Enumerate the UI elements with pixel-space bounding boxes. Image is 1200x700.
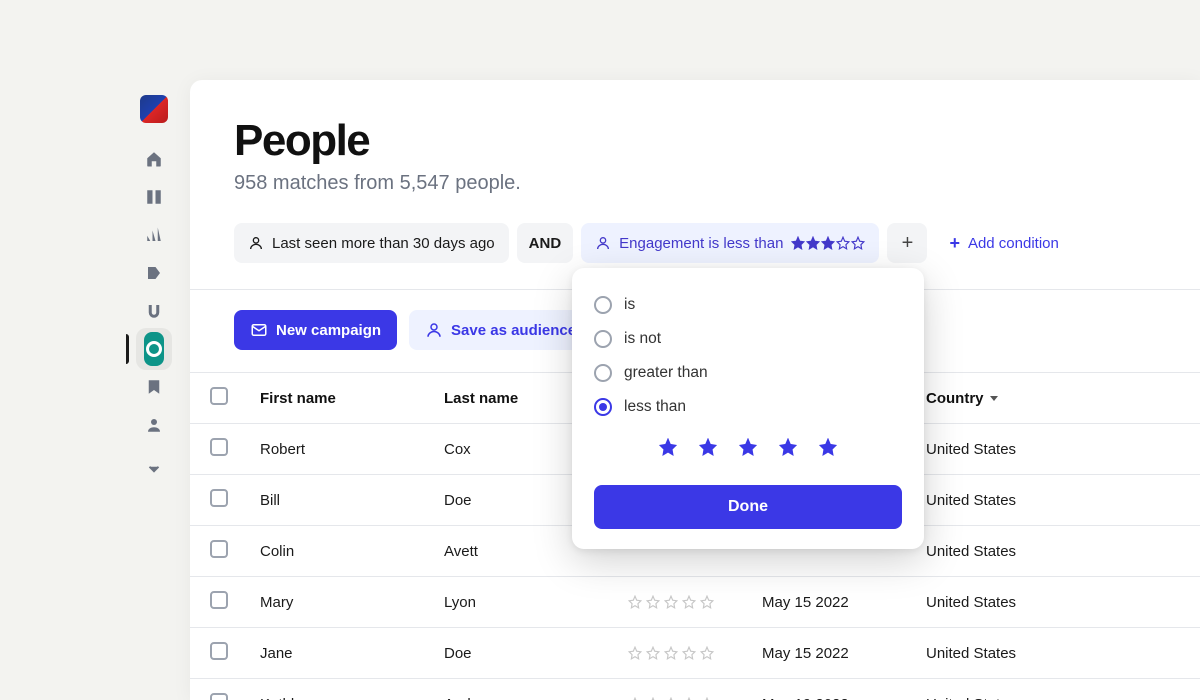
radio-icon — [594, 296, 612, 314]
col-first-name[interactable]: First name — [244, 373, 428, 424]
filter-chip-engagement-stars — [791, 236, 865, 250]
radio-icon — [594, 330, 612, 348]
radio-option[interactable]: greater than — [594, 356, 902, 390]
done-button[interactable]: Done — [594, 485, 902, 529]
profile-icon[interactable] — [144, 415, 164, 435]
new-campaign-label: New campaign — [276, 322, 381, 339]
filter-chip-last-seen[interactable]: Last seen more than 30 days ago — [234, 223, 509, 263]
cell-last-seen: May 19 2022 — [746, 679, 910, 700]
grid-icon[interactable] — [144, 187, 164, 207]
radio-label: is not — [624, 330, 661, 348]
cell-last-seen: May 15 2022 — [746, 577, 910, 628]
cell-country: United States — [910, 526, 1200, 577]
radio-option[interactable]: is — [594, 288, 902, 322]
table-row[interactable]: MaryLyon May 15 2022United States — [190, 577, 1200, 628]
tag-icon[interactable] — [144, 263, 164, 283]
row-checkbox[interactable] — [190, 475, 244, 526]
people-nav-active[interactable] — [144, 339, 164, 359]
save-audience-button[interactable]: Save as audience — [409, 310, 592, 350]
filter-operator[interactable]: AND — [517, 223, 574, 263]
app-logo[interactable] — [140, 95, 168, 123]
star-picker — [594, 424, 902, 485]
star-icon[interactable] — [779, 438, 797, 461]
u-icon[interactable] — [144, 301, 164, 321]
star-icon[interactable] — [819, 438, 837, 461]
star-icon[interactable] — [699, 438, 717, 461]
filter-bar: Last seen more than 30 days ago AND Enga… — [234, 223, 1156, 263]
cell-engagement — [612, 577, 746, 628]
add-filter-button[interactable]: + — [887, 223, 927, 263]
radio-icon — [594, 364, 612, 382]
row-checkbox[interactable] — [190, 526, 244, 577]
select-all-header[interactable] — [190, 373, 244, 424]
cell-engagement — [612, 628, 746, 679]
cell-first-name: Kathleen — [244, 679, 428, 700]
cell-country: United States — [910, 577, 1200, 628]
chevron-down-icon[interactable] — [144, 459, 164, 479]
cell-first-name: Bill — [244, 475, 428, 526]
radio-label: less than — [624, 398, 686, 416]
cell-last-name: Lyon — [428, 577, 612, 628]
signal-icon[interactable] — [144, 225, 164, 245]
filter-popover: is is not greater than less than Done — [572, 268, 924, 549]
cell-first-name: Colin — [244, 526, 428, 577]
cell-country: United States — [910, 424, 1200, 475]
col-country[interactable]: Country — [910, 373, 1200, 424]
cell-first-name: Jane — [244, 628, 428, 679]
add-condition-link[interactable]: + Add condition — [949, 233, 1058, 254]
page-title: People — [234, 116, 1156, 166]
cell-first-name: Robert — [244, 424, 428, 475]
row-checkbox[interactable] — [190, 424, 244, 475]
filter-chip-label: Last seen more than 30 days ago — [272, 235, 495, 252]
cell-last-name: Doe — [428, 628, 612, 679]
home-icon[interactable] — [144, 149, 164, 169]
radio-label: is — [624, 296, 635, 314]
radio-option[interactable]: is not — [594, 322, 902, 356]
plus-icon: + — [949, 233, 960, 254]
add-condition-label: Add condition — [968, 235, 1059, 252]
filter-chip-engagement-label: Engagement is less than — [619, 235, 783, 252]
star-icon[interactable] — [659, 438, 677, 461]
star-icon[interactable] — [739, 438, 757, 461]
page-subtitle: 958 matches from 5,547 people. — [234, 172, 1156, 195]
new-campaign-button[interactable]: New campaign — [234, 310, 397, 350]
radio-option[interactable]: less than — [594, 390, 902, 424]
save-audience-label: Save as audience — [451, 322, 576, 339]
bookmark-icon[interactable] — [144, 377, 164, 397]
radio-label: greater than — [624, 364, 708, 382]
cell-country: United States — [910, 475, 1200, 526]
cell-country: United States — [910, 679, 1200, 700]
cell-first-name: Mary — [244, 577, 428, 628]
table-row[interactable]: KathleenAndrews May 19 2022United States — [190, 679, 1200, 700]
sidebar — [130, 95, 178, 479]
cell-last-name: Andrews — [428, 679, 612, 700]
row-checkbox[interactable] — [190, 679, 244, 700]
cell-last-seen: May 15 2022 — [746, 628, 910, 679]
row-checkbox[interactable] — [190, 628, 244, 679]
filter-chip-engagement[interactable]: Engagement is less than — [581, 223, 879, 263]
table-row[interactable]: JaneDoe May 15 2022United States — [190, 628, 1200, 679]
cell-country: United States — [910, 628, 1200, 679]
row-checkbox[interactable] — [190, 577, 244, 628]
cell-engagement — [612, 679, 746, 700]
radio-icon — [594, 398, 612, 416]
